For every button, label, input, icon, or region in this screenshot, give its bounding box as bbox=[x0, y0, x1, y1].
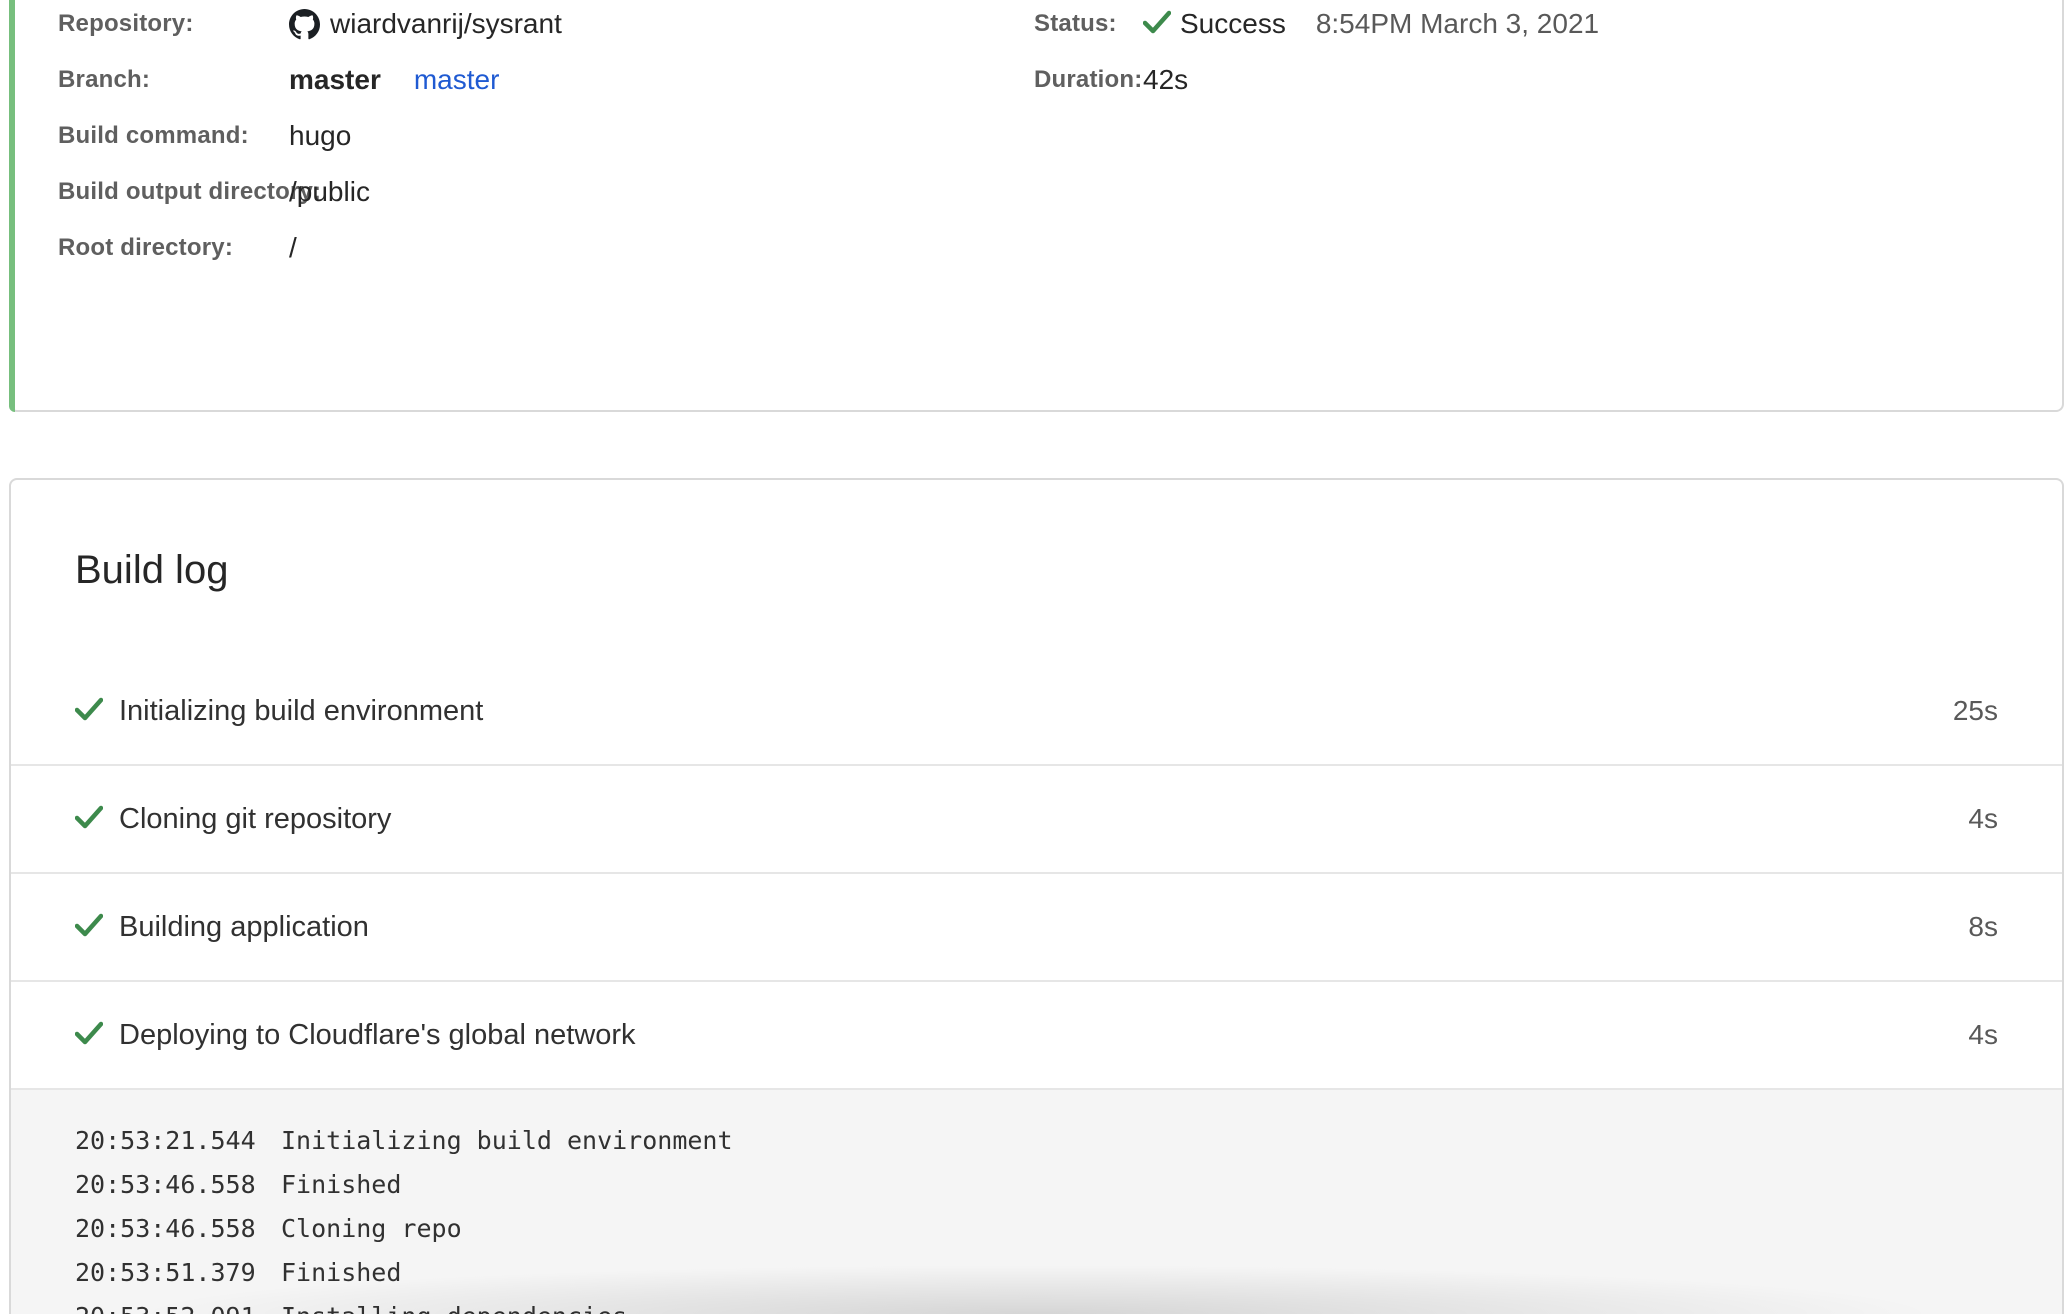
output-dir-value: /public bbox=[289, 176, 370, 207]
step-duration: 4s bbox=[1968, 803, 1998, 834]
output-dir-row: Build output directory: bbox=[58, 174, 321, 210]
output-dir-value-row: /public bbox=[289, 172, 370, 212]
build-command-row: Build command: bbox=[58, 118, 249, 154]
status-label: Status: bbox=[1034, 10, 1117, 37]
build-log-card: Build log Initializing build environment… bbox=[9, 478, 2064, 1314]
build-command-value-row: hugo bbox=[289, 116, 351, 156]
step-duration: 4s bbox=[1968, 1019, 1998, 1050]
repository-value-row[interactable]: wiardvanrij/sysrant bbox=[289, 4, 562, 44]
step-label: Deploying to Cloudflare's global network bbox=[119, 1018, 636, 1051]
root-dir-label: Root directory: bbox=[58, 234, 234, 261]
step-duration: 8s bbox=[1968, 911, 1998, 942]
branch-name: master bbox=[289, 64, 381, 95]
log-message: Finished bbox=[281, 1258, 402, 1287]
log-timestamp: 20:53:46.558 bbox=[75, 1170, 256, 1199]
status-accent-bar bbox=[9, 0, 15, 412]
build-step-clone[interactable]: Cloning git repository 4s bbox=[11, 766, 2062, 874]
log-timestamp: 20:53:52.091 bbox=[75, 1302, 281, 1314]
log-message: Cloning repo bbox=[281, 1214, 462, 1243]
step-duration: 25s bbox=[1952, 695, 1998, 726]
log-line: 20:53:46.558 Finished bbox=[75, 1170, 401, 1199]
log-timestamp: 20:53:21.544 bbox=[75, 1126, 256, 1155]
branch-link[interactable]: master bbox=[414, 64, 500, 96]
log-message: Finished bbox=[281, 1170, 402, 1199]
duration-value-row: 42s bbox=[1143, 60, 1188, 100]
github-icon bbox=[289, 8, 320, 40]
log-line: 20:53:51.379 Finished bbox=[75, 1258, 401, 1287]
success-check-icon bbox=[1142, 10, 1172, 39]
build-step-initialize[interactable]: Initializing build environment 25s bbox=[11, 658, 2062, 766]
root-dir-value: / bbox=[289, 232, 297, 263]
status-row: Status: bbox=[1034, 6, 1117, 42]
build-log-title: Build log bbox=[75, 548, 229, 592]
build-command-label: Build command: bbox=[58, 122, 249, 149]
step-label: Building application bbox=[119, 910, 369, 943]
build-command-value: hugo bbox=[289, 120, 352, 151]
log-message: Installing dependencies bbox=[281, 1302, 627, 1314]
log-line: 20:53:21.544 Initializing build environme… bbox=[75, 1126, 733, 1155]
step-label: Initializing build environment bbox=[119, 694, 484, 727]
branch-value-row: master master bbox=[289, 60, 499, 100]
output-dir-label: Build output directory: bbox=[58, 178, 322, 205]
deployment-page: Repository: wiardvanrij/sysrant Branch: … bbox=[0, 0, 2072, 1314]
duration-row: Duration: bbox=[1034, 62, 1142, 98]
step-check-icon bbox=[74, 1021, 104, 1050]
build-log-output[interactable]: 20:53:21.544 Initializing build environme… bbox=[11, 1090, 2062, 1314]
status-value-row: Success 8:54PM March 3, 2021 bbox=[1142, 4, 1600, 44]
build-step-deploy[interactable]: Deploying to Cloudflare's global network… bbox=[11, 982, 2062, 1090]
log-line: 20:53:52.091Installing dependencies bbox=[75, 1302, 627, 1314]
repository-row: Repository: bbox=[58, 6, 194, 42]
build-step-build[interactable]: Building application 8s bbox=[11, 874, 2062, 982]
step-check-icon bbox=[74, 697, 104, 726]
log-line: 20:53:46.558 Cloning repo bbox=[75, 1214, 462, 1243]
step-check-icon bbox=[74, 805, 104, 834]
branch-label: Branch: bbox=[58, 66, 151, 93]
deployment-details-card: Repository: wiardvanrij/sysrant Branch: … bbox=[9, 0, 2064, 412]
status-value: Success bbox=[1180, 8, 1286, 39]
root-dir-value-row: / bbox=[289, 228, 297, 268]
branch-row: Branch: bbox=[58, 62, 150, 98]
repository-name[interactable]: wiardvanrij/sysrant bbox=[330, 8, 562, 40]
repository-label: Repository: bbox=[58, 10, 194, 37]
log-timestamp: 20:53:46.558 bbox=[75, 1214, 256, 1243]
step-label: Cloning git repository bbox=[119, 802, 392, 835]
status-timestamp: 8:54PM March 3, 2021 bbox=[1315, 8, 1600, 39]
step-check-icon bbox=[74, 913, 104, 942]
log-message: Initializing build environment bbox=[281, 1126, 733, 1155]
duration-value: 42s bbox=[1143, 64, 1189, 95]
duration-label: Duration: bbox=[1034, 66, 1143, 93]
root-dir-row: Root directory: bbox=[58, 230, 233, 266]
log-timestamp: 20:53:51.379 bbox=[75, 1258, 256, 1287]
